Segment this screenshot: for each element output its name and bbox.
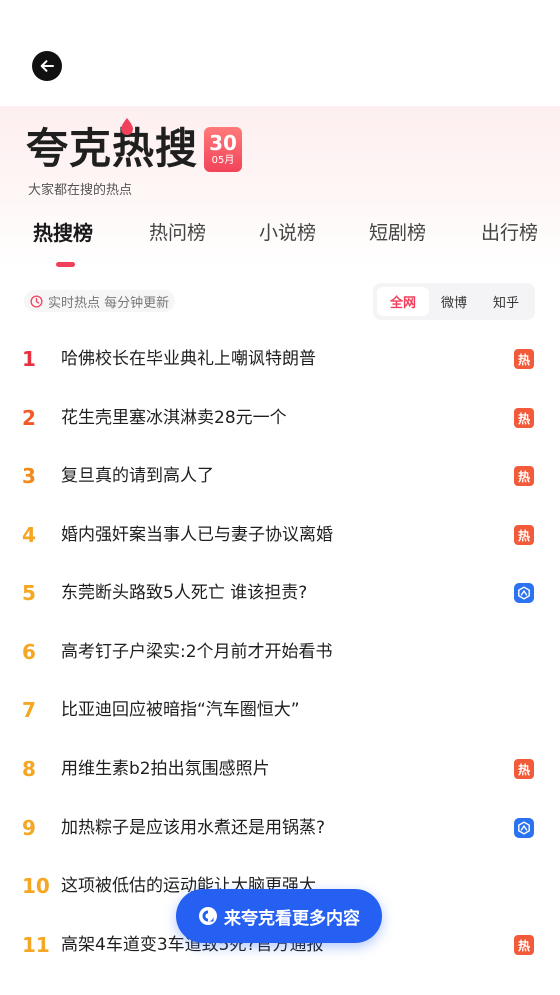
arrow-left-icon xyxy=(40,60,54,72)
tab-bar: 热搜榜 热问榜 小说榜 短剧榜 出行榜 xyxy=(0,213,560,253)
clock-icon xyxy=(30,294,43,308)
hot-badge: 热 xyxy=(514,466,534,486)
date-badge: 30 05月 xyxy=(204,127,243,172)
rank-number: 2 xyxy=(22,406,36,430)
rank-number: 8 xyxy=(22,757,36,781)
quark-logo-icon xyxy=(199,907,217,925)
rank-number: 9 xyxy=(22,816,36,840)
ai-answer-icon xyxy=(514,818,534,838)
list-item[interactable]: 6 高考钉子户梁实:2个月前才开始看书 xyxy=(0,623,560,681)
hot-badge: 热 xyxy=(514,349,534,369)
segment-weibo[interactable]: 微博 xyxy=(428,287,480,316)
list-item-title: 用维生素b2拍出氛围感照片 xyxy=(61,759,270,779)
hot-badge: 热 xyxy=(514,935,534,955)
top-bar xyxy=(0,0,560,106)
more-content-button[interactable]: 来夸克看更多内容 xyxy=(176,889,382,943)
rank-number: 1 xyxy=(22,347,36,371)
rank-number: 11 xyxy=(22,933,50,957)
ai-answer-icon xyxy=(514,583,534,603)
flame-drop-icon xyxy=(121,118,133,135)
tab-travel[interactable]: 出行榜 xyxy=(481,213,538,253)
list-item[interactable]: 8 用维生素b2拍出氛围感照片 热 xyxy=(0,740,560,798)
brand-title: 夸克热搜 xyxy=(26,118,199,174)
list-item[interactable]: 4 婚内强奸案当事人已与妻子协议离婚 热 xyxy=(0,506,560,564)
brand-subtitle: 大家都在搜的热点 xyxy=(28,183,133,198)
list-item-title: 加热粽子是应该用水煮还是用锅蒸? xyxy=(61,818,326,838)
realtime-label: 实时热点 每分钟更新 xyxy=(24,290,176,312)
list-item[interactable]: 9 加热粽子是应该用水煮还是用锅蒸? xyxy=(0,799,560,857)
hot-badge: 热 xyxy=(514,408,534,428)
date-day: 30 xyxy=(209,130,237,155)
list-item-title: 复旦真的请到高人了 xyxy=(61,466,214,486)
rank-number: 4 xyxy=(22,523,36,547)
rank-number: 3 xyxy=(22,464,36,488)
list-item[interactable]: 3 复旦真的请到高人了 热 xyxy=(0,447,560,505)
tab-hot-questions[interactable]: 热问榜 xyxy=(149,213,206,253)
list-item-title: 哈佛校长在毕业典礼上嘲讽特朗普 xyxy=(61,349,316,369)
filter-row: 实时热点 每分钟更新 全网 微博 知乎 xyxy=(0,282,560,320)
brand-title-text: 夸克热搜 xyxy=(26,124,199,173)
hot-badge: 热 xyxy=(514,759,534,779)
list-item-title: 婚内强奸案当事人已与妻子协议离婚 xyxy=(61,525,333,545)
more-content-label: 来夸克看更多内容 xyxy=(224,908,360,929)
list-item[interactable]: 7 比亚迪回应被暗指“汽车圈恒大” xyxy=(0,681,560,739)
tab-short-dramas[interactable]: 短剧榜 xyxy=(369,213,426,253)
tab-novels[interactable]: 小说榜 xyxy=(259,213,316,253)
list-item-title: 比亚迪回应被暗指“汽车圈恒大” xyxy=(61,700,300,720)
list-item-title: 高考钉子户梁实:2个月前才开始看书 xyxy=(61,642,333,662)
date-month: 05月 xyxy=(211,154,235,166)
realtime-text: 实时热点 每分钟更新 xyxy=(48,295,170,311)
list-item[interactable]: 1 哈佛校长在毕业典礼上嘲讽特朗普 热 xyxy=(0,330,560,388)
rank-number: 6 xyxy=(22,640,36,664)
rank-number: 10 xyxy=(22,874,50,898)
list-item[interactable]: 2 花生壳里塞冰淇淋卖28元一个 热 xyxy=(0,389,560,447)
back-button[interactable] xyxy=(32,51,62,81)
rank-number: 5 xyxy=(22,581,36,605)
segment-all-web[interactable]: 全网 xyxy=(377,287,429,316)
segment-zhihu[interactable]: 知乎 xyxy=(480,287,532,316)
list-item[interactable]: 5 东莞断头路致5人死亡 谁该担责? xyxy=(0,564,560,622)
rank-number: 7 xyxy=(22,698,36,722)
list-item-title: 东莞断头路致5人死亡 谁该担责? xyxy=(61,583,308,603)
brand-header: 夸克热搜 30 05月 xyxy=(26,118,243,174)
list-item-title: 花生壳里塞冰淇淋卖28元一个 xyxy=(61,408,287,428)
tab-hot-search[interactable]: 热搜榜 xyxy=(33,213,93,253)
source-segmented-control: 全网 微博 知乎 xyxy=(373,283,535,320)
active-tab-indicator xyxy=(56,262,75,267)
hot-badge: 热 xyxy=(514,525,534,545)
